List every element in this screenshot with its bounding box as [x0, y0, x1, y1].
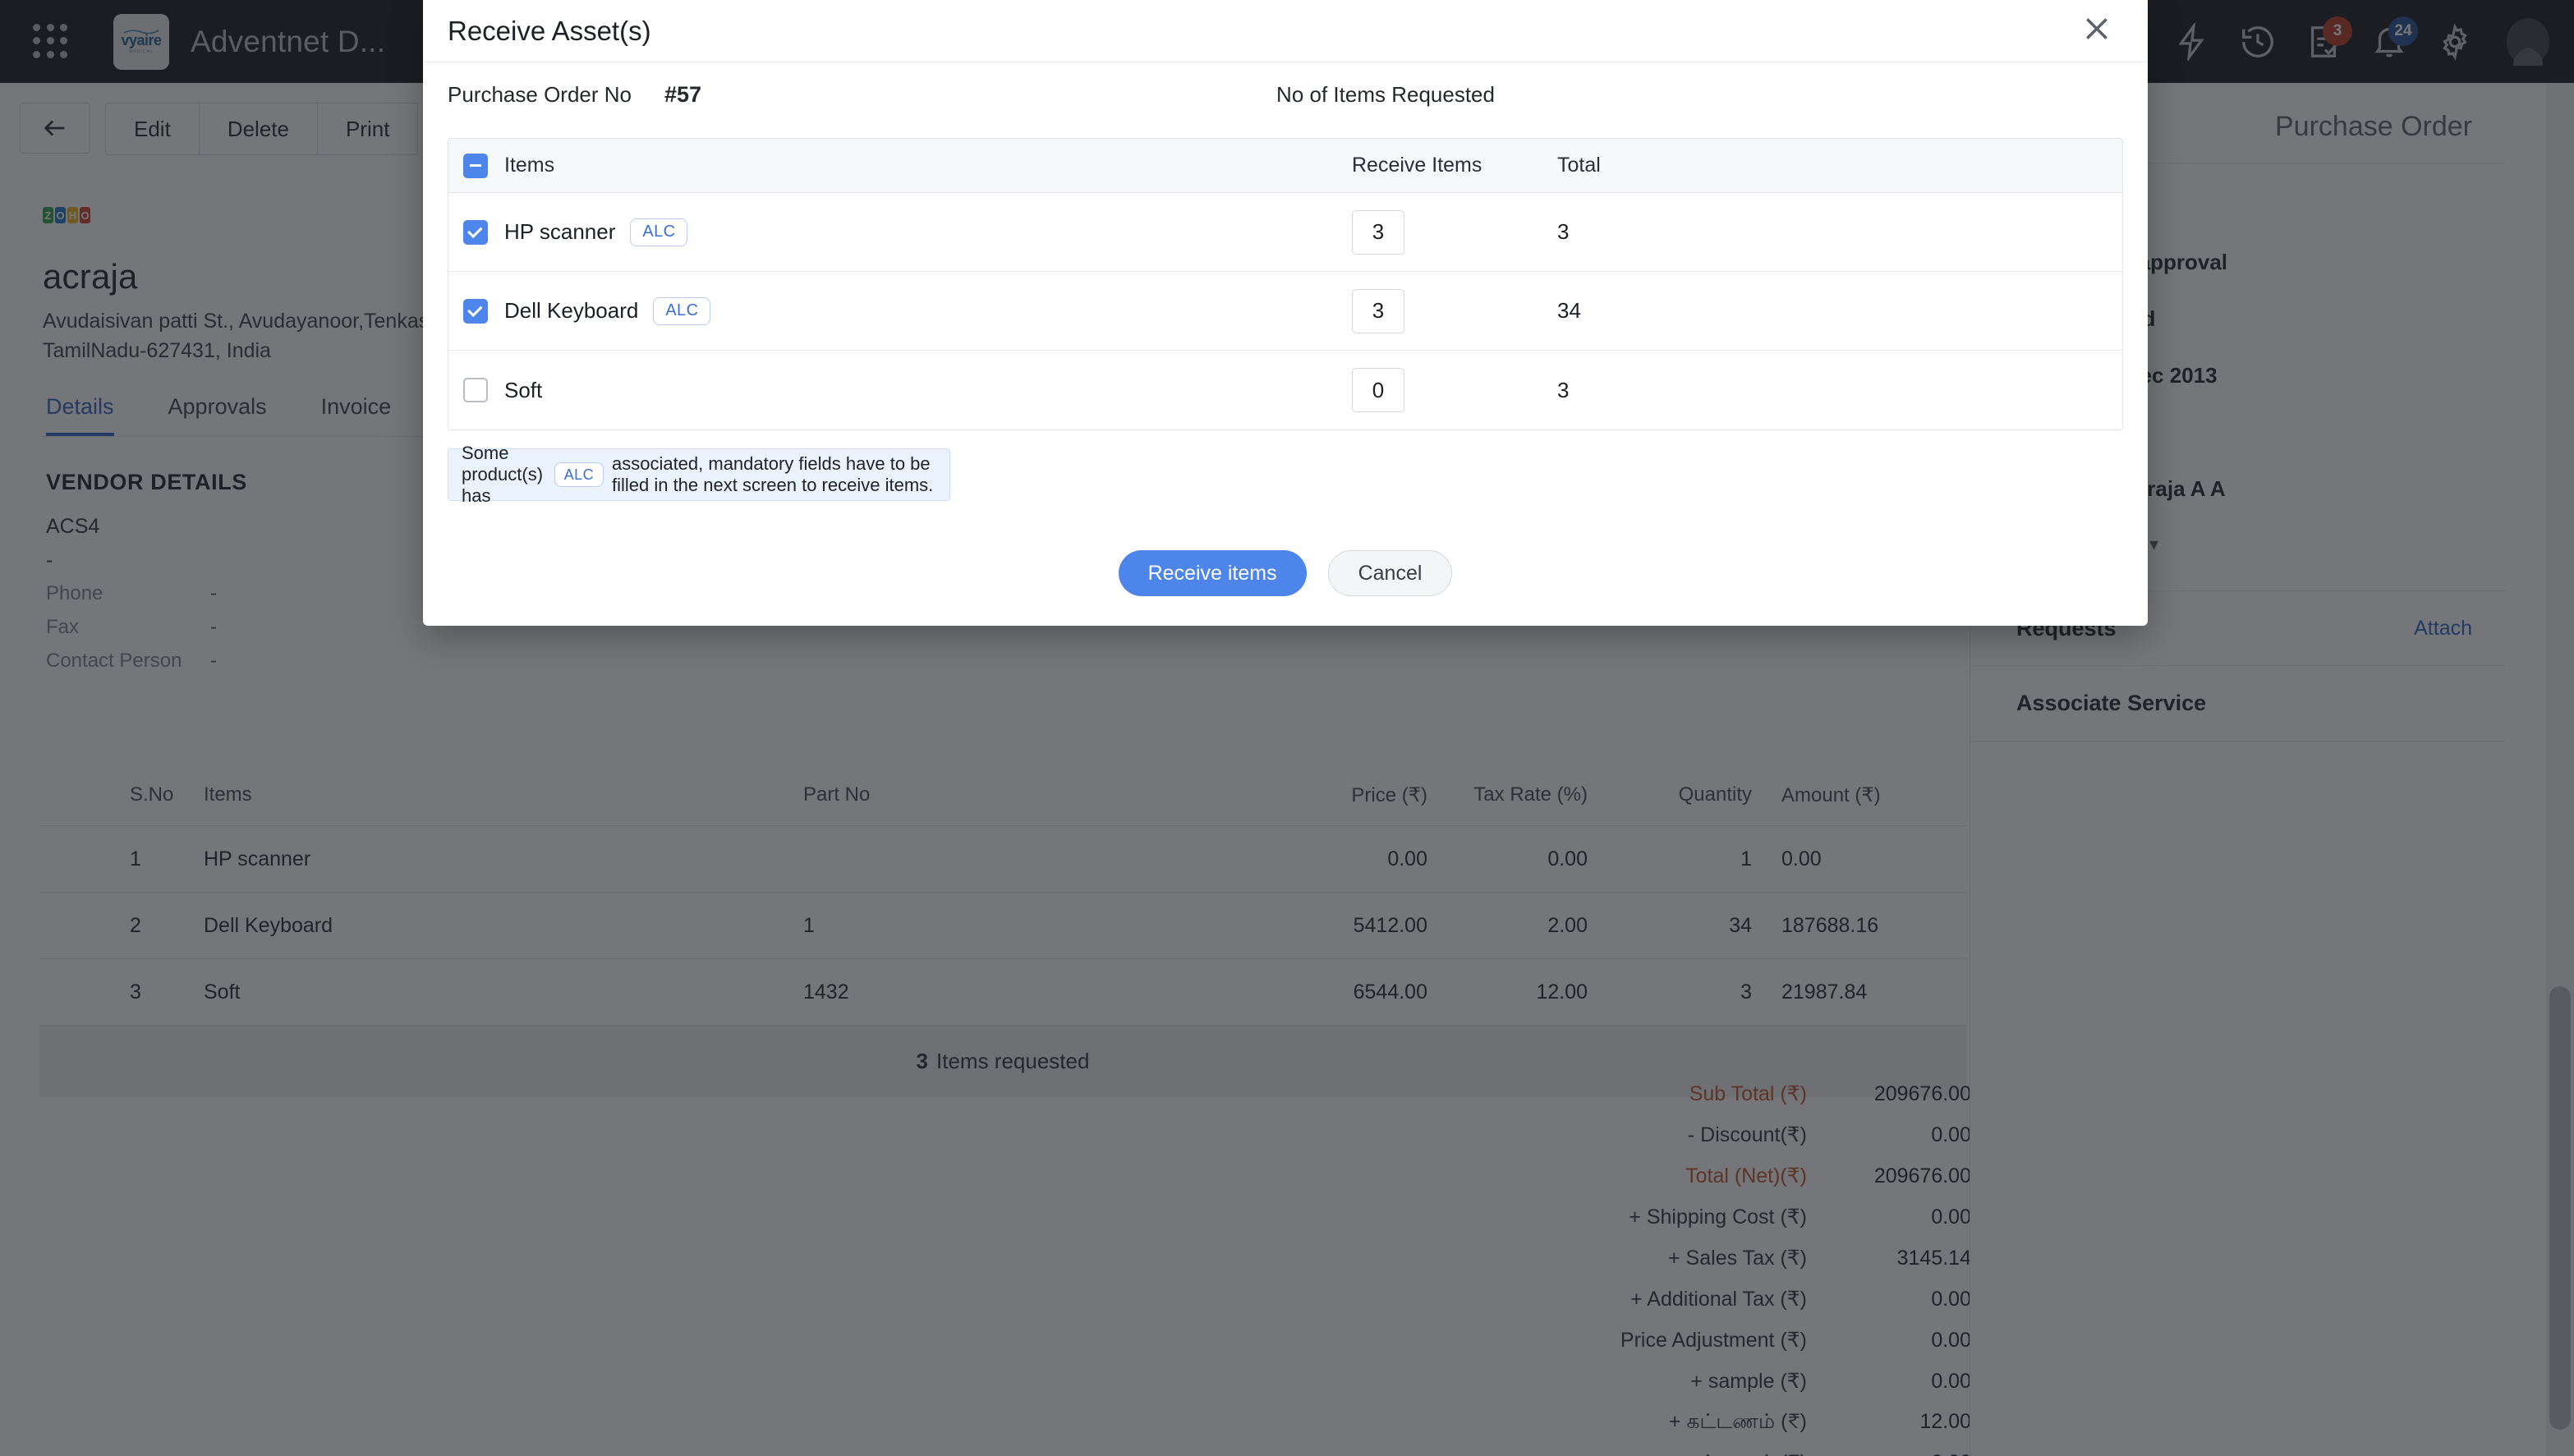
header-items-cell: Items [448, 153, 1352, 178]
purchase-order-no-label: Purchase Order No [448, 81, 632, 107]
cancel-button[interactable]: Cancel [1327, 550, 1453, 596]
row-item-name: Soft [504, 377, 543, 402]
receive-quantity-input[interactable]: 3 [1352, 288, 1404, 333]
row-total: 3 [1557, 219, 1570, 244]
close-icon[interactable] [2080, 12, 2113, 49]
receive-row: Dell Keyboard ALC 3 34 [448, 272, 2122, 351]
row-total: 3 [1557, 377, 1570, 402]
row-checkbox[interactable] [463, 378, 488, 402]
row-items-cell: Dell Keyboard ALC [448, 296, 1352, 325]
row-items-cell: HP scanner ALC [448, 218, 1352, 246]
receive-assets-modal: Receive Asset(s) Purchase Order No #57 N… [423, 0, 2148, 626]
modal-title: Receive Asset(s) [448, 15, 651, 46]
receive-items-button[interactable]: Receive items [1118, 550, 1307, 596]
receive-items-cell: 3 [1352, 209, 1557, 255]
modal-header: Receive Asset(s) [423, 0, 2148, 62]
row-item-name: Dell Keyboard [504, 298, 639, 323]
row-checkbox[interactable] [463, 298, 488, 324]
select-all-checkbox[interactable] [463, 153, 488, 178]
screen-root: vyaire MEDICAL Adventnet D... Hom 3 [0, 0, 2574, 1456]
receive-row: HP scanner ALC 3 3 [448, 193, 2122, 272]
no-of-items-requested-label: No of Items Requested [1276, 81, 1495, 107]
alc-tag: ALC [630, 218, 688, 246]
col-header-receive-items: Receive Items [1352, 154, 1482, 177]
row-items-cell: Soft [448, 378, 1352, 403]
modal-action-bar: Receive items Cancel [423, 550, 2148, 626]
receive-items-table: Items Receive Items Total HP scanner ALC… [448, 138, 2123, 430]
receive-quantity-input[interactable]: 0 [1352, 368, 1404, 412]
receive-quantity-input[interactable]: 3 [1352, 209, 1404, 255]
col-header-total: Total [1557, 154, 1601, 177]
notice-text-before: Some product(s) has [462, 443, 544, 506]
modal-subheader: Purchase Order No #57 No of Items Reques… [423, 62, 2148, 126]
alc-tag: ALC [653, 296, 711, 325]
notice-text-after: associated, mandatory fields have to be … [611, 453, 934, 495]
row-checkbox[interactable] [463, 219, 488, 245]
receive-table-header: Items Receive Items Total [448, 139, 2122, 193]
receive-items-cell: 0 [1352, 368, 1557, 412]
receive-row: Soft 0 3 [448, 351, 2122, 429]
alc-notice-banner: Some product(s) has ALC associated, mand… [448, 443, 950, 506]
alc-tag: ALC [554, 462, 604, 487]
row-item-name: HP scanner [504, 219, 616, 244]
purchase-order-no-value: #57 [664, 81, 702, 107]
col-header-items: Items [504, 154, 555, 177]
row-total: 34 [1557, 298, 1581, 323]
receive-items-cell: 3 [1352, 288, 1557, 333]
